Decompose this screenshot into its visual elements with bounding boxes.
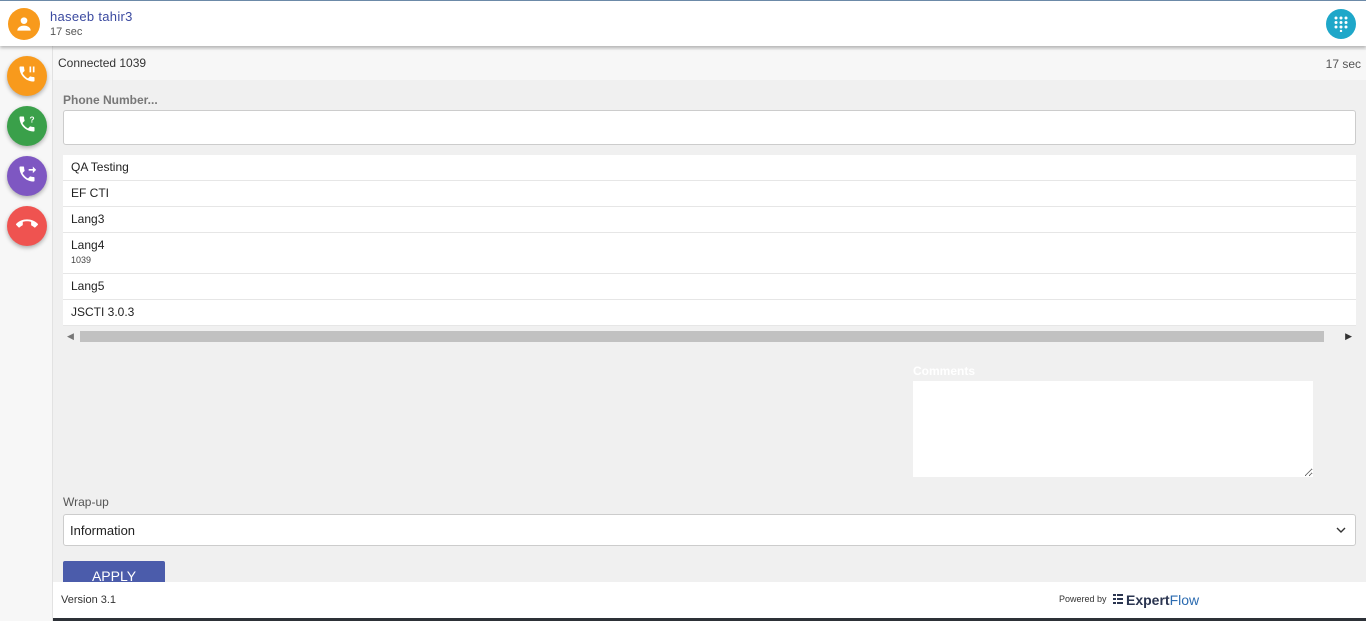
queue-sub-label: 1039 (71, 255, 92, 265)
queue-name: QA Testing (71, 160, 129, 174)
queue-list-item[interactable]: Lang5 (63, 274, 1356, 300)
wrapup-selected-value: Information (70, 523, 136, 538)
hold-call-button[interactable] (7, 56, 47, 96)
expertflow-logo: Expert Flow (1113, 591, 1199, 609)
brand-name-part2: Flow (1169, 592, 1200, 608)
hold-call-icon (17, 64, 37, 89)
powered-by-text: Powered by (1059, 594, 1107, 604)
connection-status-bar: Connected 1039 17 sec (53, 50, 1366, 80)
expertflow-logo-icon (1113, 591, 1123, 609)
dialpad-icon[interactable] (1326, 9, 1356, 39)
comments-textarea[interactable] (913, 381, 1313, 477)
end-call-button[interactable] (7, 206, 47, 246)
queue-list-item[interactable]: QA Testing (63, 155, 1356, 181)
queue-list-item[interactable]: EF CTI (63, 181, 1356, 207)
call-header: haseeb tahir3 17 sec (0, 0, 1366, 46)
consult-call-button[interactable]: ? (7, 106, 47, 146)
footer: Version 3.1 Powered by Expert Flow (53, 582, 1366, 618)
version-text: Version 3.1 (61, 594, 117, 606)
queue-list-item[interactable]: Lang4 1039 (63, 233, 1356, 274)
call-duration: 17 sec (50, 26, 83, 38)
comments-label: Comments (913, 364, 976, 378)
brand-name-part1: Expert (1126, 592, 1170, 608)
call-controls-sidebar: ? (0, 46, 53, 621)
chevron-down-icon (1335, 523, 1347, 535)
wrapup-select[interactable]: Information (63, 514, 1356, 546)
queue-list-item[interactable]: Lang3 (63, 207, 1356, 233)
caller-name: haseeb tahir3 (50, 9, 133, 24)
queue-name: Lang4 (71, 238, 105, 252)
queue-list-item[interactable]: JSCTI 3.0.3 (63, 300, 1356, 326)
consult-call-icon: ? (17, 114, 37, 139)
horizontal-scrollbar[interactable]: ◀ ▶ (63, 329, 1356, 344)
queue-name: JSCTI 3.0.3 (71, 305, 135, 319)
scroll-right-arrow-icon[interactable]: ▶ (1345, 331, 1352, 342)
person-icon (8, 8, 40, 40)
connection-status: Connected 1039 (58, 56, 147, 70)
end-call-icon (16, 213, 38, 240)
transfer-call-button[interactable] (7, 156, 47, 196)
phone-number-input[interactable] (63, 110, 1356, 145)
queue-name: Lang3 (71, 212, 105, 226)
scroll-left-arrow-icon[interactable]: ◀ (67, 331, 74, 342)
wrapup-label: Wrap-up (63, 495, 109, 509)
svg-text:?: ? (30, 114, 35, 124)
queue-name: EF CTI (71, 186, 109, 200)
phone-number-label: Phone Number... (63, 93, 158, 107)
transfer-call-icon (17, 164, 37, 189)
scrollbar-thumb[interactable] (80, 331, 1324, 342)
queue-name: Lang5 (71, 279, 105, 293)
status-timer: 17 sec (1325, 57, 1361, 71)
queue-list: QA Testing EF CTI Lang3 Lang4 1039 Lang5 JSCTI… (63, 155, 1356, 326)
